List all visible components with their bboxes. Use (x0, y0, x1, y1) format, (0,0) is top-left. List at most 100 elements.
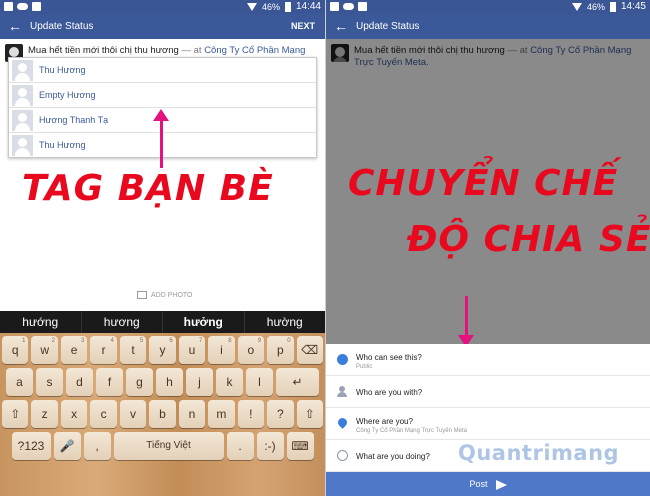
option-title: Where are you? (356, 417, 413, 426)
key[interactable]: j (186, 368, 213, 396)
annotation-line-1: CHUYỂN CHẾ (348, 163, 619, 204)
key[interactable]: 6y (149, 336, 176, 364)
on-screen-keyboard: 1q 2w 3e 4r 5t 6y 7u 8i 9o 0p ⌫ a s d f … (0, 333, 325, 496)
post-button[interactable]: Post (326, 472, 650, 496)
page-title: Update Status (356, 21, 420, 32)
key[interactable]: d (66, 368, 93, 396)
key[interactable]: 4r (90, 336, 117, 364)
period-key[interactable]: . (226, 432, 254, 460)
key[interactable]: v (119, 400, 147, 428)
wifi-icon (571, 2, 582, 11)
key[interactable]: c (90, 400, 117, 428)
smiley-icon (337, 450, 348, 461)
word-suggestion[interactable]: hường (245, 311, 326, 333)
action-bar: ← Update Status (326, 14, 650, 39)
add-photo-button[interactable]: ADD PHOTO (137, 291, 193, 299)
status-composer[interactable]: Mua hết tiền mới thôi chị thu hương — at… (0, 39, 325, 68)
shift-key[interactable]: ⇧ (2, 400, 29, 428)
annotation-line-2: ĐỘ CHIA SẺ (407, 219, 650, 260)
back-arrow-icon[interactable]: ← (334, 18, 348, 34)
annotation-tag-friends: TAG BẠN BÈ (22, 168, 274, 209)
key[interactable]: 9o (237, 336, 265, 364)
profile-placeholder-icon (12, 60, 33, 81)
right-screenshot: 46% 14:45 ← Update Status Mua hết tiền m… (326, 0, 650, 496)
key[interactable]: 3e (60, 336, 88, 364)
friend-name: Empty Hương (39, 90, 96, 100)
status-message: Mua hết tiền mới thôi chị thu hương (28, 45, 179, 56)
friend-name: Thu Hương (39, 140, 86, 150)
backspace-key[interactable]: ⌫ (296, 336, 323, 364)
globe-icon (337, 354, 348, 365)
key[interactable]: s (36, 368, 63, 396)
key[interactable]: 2w (31, 336, 58, 364)
symbols-key[interactable]: ?123 (11, 432, 51, 460)
friend-name: Thu Hương (39, 65, 86, 75)
image-notification-icon (4, 2, 13, 11)
tag-suggestion-item[interactable]: Empty Hương (9, 83, 316, 108)
key[interactable]: a (6, 368, 33, 396)
key[interactable]: x (60, 400, 88, 428)
key[interactable]: l (246, 368, 273, 396)
option-subtitle: Công Ty Cổ Phần Mạng Trực Tuyến Meta (356, 428, 467, 434)
location-pin-icon (336, 416, 349, 429)
profile-placeholder-icon (12, 110, 33, 131)
word-suggestion[interactable]: hưởng (163, 311, 245, 333)
space-key[interactable]: Tiếng Việt (113, 432, 224, 460)
key[interactable]: g (126, 368, 153, 396)
cloud-icon (343, 3, 354, 10)
key[interactable]: 7u (178, 336, 206, 364)
word-suggestion[interactable]: hướng (0, 311, 82, 333)
key[interactable]: ? (267, 400, 294, 428)
tag-suggestion-item[interactable]: Thu Hương (9, 58, 316, 83)
clock: 14:44 (295, 1, 321, 12)
message-icon (358, 2, 367, 11)
location-option[interactable]: Where are you? Công Ty Cổ Phần Mạng Trực… (326, 408, 650, 440)
word-suggestion[interactable]: hương (82, 311, 163, 333)
arrow-up-icon (153, 109, 169, 168)
battery-icon (284, 1, 291, 12)
keyboard-suggestion-bar: hướng hương hưởng hường (0, 311, 325, 333)
key[interactable]: b (149, 400, 176, 428)
send-icon (495, 479, 507, 490)
battery-icon (609, 1, 616, 12)
add-person-icon (337, 386, 348, 397)
option-subtitle: Public (356, 364, 373, 370)
battery-percent: 46% (261, 1, 280, 12)
key[interactable]: k (216, 368, 243, 396)
keyboard-hide-icon[interactable]: ⌨ (286, 432, 314, 460)
action-bar: ← Update Status NEXT (0, 14, 325, 39)
message-icon (32, 2, 41, 11)
back-arrow-icon[interactable]: ← (8, 18, 22, 34)
next-button[interactable]: NEXT (291, 21, 315, 31)
left-screenshot: 46% 14:44 ← Update Status NEXT Mua hết t… (0, 0, 325, 496)
friend-name: Hương Thanh Tạ (39, 115, 109, 125)
at-separator: — at (178, 45, 205, 56)
enter-key[interactable]: ↵ (276, 368, 319, 396)
status-bar: 46% 14:44 (0, 0, 325, 14)
key[interactable]: 5t (119, 336, 147, 364)
key[interactable]: f (96, 368, 123, 396)
wifi-icon (246, 2, 257, 11)
key[interactable]: 0p (267, 336, 294, 364)
key[interactable]: m (208, 400, 235, 428)
emoji-key[interactable]: :-) (256, 432, 284, 460)
key[interactable]: z (31, 400, 58, 428)
privacy-option[interactable]: Who can see this? Public (326, 344, 650, 376)
key[interactable]: 8i (208, 336, 235, 364)
page-title: Update Status (30, 21, 94, 32)
option-title: Who are you with? (356, 388, 423, 397)
key[interactable]: n (178, 400, 206, 428)
battery-percent: 46% (586, 1, 605, 12)
key[interactable]: ! (237, 400, 265, 428)
microphone-icon[interactable]: 🎤 (53, 432, 81, 460)
shift-key[interactable]: ⇧ (296, 400, 323, 428)
watermark-logo: Quantrimang (458, 441, 620, 465)
option-title: What are you doing? (356, 452, 430, 461)
key[interactable]: 1q (2, 336, 29, 364)
tag-people-option[interactable]: Who are you with? (326, 376, 650, 408)
profile-placeholder-icon (12, 85, 33, 106)
comma-key[interactable]: , (83, 432, 111, 460)
add-photo-label: ADD PHOTO (151, 291, 193, 299)
cloud-icon (17, 3, 28, 10)
key[interactable]: h (156, 368, 183, 396)
